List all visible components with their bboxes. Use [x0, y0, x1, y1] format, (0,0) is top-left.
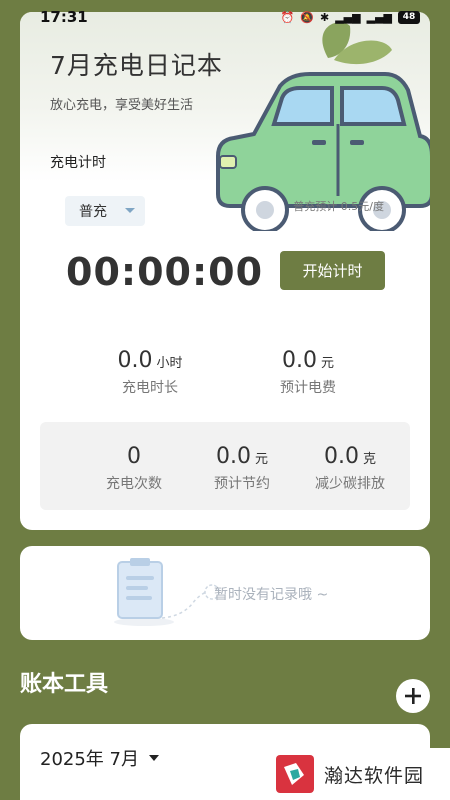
- stat-estimated-cost: 0.0 元 预计电费: [248, 348, 368, 397]
- stat-unit: 小时: [156, 356, 183, 371]
- battery-icon: 48: [398, 10, 420, 24]
- stat-estimated-savings: 0.0 元 预计节约: [192, 444, 292, 493]
- stat-label: 充电时长: [122, 380, 178, 396]
- stat-label: 充电次数: [106, 476, 162, 492]
- stat-label: 预计节约: [214, 476, 270, 492]
- stat-value: 0.0: [323, 444, 359, 469]
- caret-down-icon: [125, 208, 135, 213]
- watermark-text: 瀚达软件园: [324, 764, 425, 787]
- stat-carbon-reduction: 0.0 克 减少碳排放: [300, 444, 400, 493]
- status-bar: 17:31 ⏰ 🔕 ✱ ▂▄▆ ▂▄▆ 48: [0, 0, 450, 34]
- stat-value: 0.0: [117, 348, 153, 373]
- clipboard-icon: [114, 558, 220, 626]
- stat-unit: 克: [362, 452, 376, 467]
- signal-icon: ▂▄▆: [366, 10, 392, 24]
- status-icons: ⏰ 🔕 ✱ ▂▄▆ ▂▄▆ 48: [280, 10, 420, 24]
- plus-icon: [405, 688, 421, 704]
- watermark: 瀚达软件园: [262, 748, 450, 800]
- page-title: 7月充电日记本: [50, 51, 223, 80]
- month-select[interactable]: 2025年 7月: [40, 745, 159, 771]
- alarm-icon: ⏰: [280, 10, 295, 24]
- charge-mode-value: 普充: [79, 204, 107, 220]
- stat-label: 预计电费: [280, 380, 336, 396]
- add-button[interactable]: [396, 679, 430, 713]
- month-value: 2025年 7月: [40, 749, 139, 770]
- stat-unit: 元: [320, 356, 334, 371]
- mute-icon: 🔕: [300, 10, 314, 24]
- signal-icon: ▂▄▆: [335, 10, 361, 24]
- timer-display: 00:00:00: [66, 250, 264, 294]
- charging-timer-card: 7月充电日记本 放心充电，享受美好生活 充电计时 普充 普充预计 0.5元/度 …: [20, 12, 430, 530]
- summary-box: 0 充电次数 0.0 元 预计节约 0.0 克 减少碳排放: [40, 422, 410, 510]
- page-subtitle: 放心充电，享受美好生活: [50, 98, 194, 113]
- charge-mode-select[interactable]: 普充: [65, 196, 145, 226]
- rate-estimate: 普充预计 0.5元/度: [293, 200, 384, 213]
- stat-value: 0: [127, 444, 141, 469]
- stat-value: 0.0: [281, 348, 317, 373]
- section-label-timer: 充电计时: [50, 155, 106, 171]
- empty-records-text: 暂时没有记录哦 ~: [214, 587, 329, 603]
- bluetooth-icon: ✱: [320, 10, 330, 24]
- stat-charge-duration: 0.0 小时 充电时长: [90, 348, 210, 397]
- status-time: 17:31: [40, 8, 88, 26]
- stat-unit: 元: [254, 452, 268, 467]
- stat-charge-count: 0 充电次数: [84, 444, 184, 493]
- records-card: 暂时没有记录哦 ~: [20, 546, 430, 640]
- start-timer-button[interactable]: 开始计时: [280, 251, 385, 290]
- stat-label: 减少碳排放: [315, 476, 385, 492]
- caret-down-icon: [148, 755, 159, 761]
- stat-value: 0.0: [215, 444, 251, 469]
- logo-icon: [276, 755, 314, 793]
- section-title-tools: 账本工具: [20, 672, 109, 697]
